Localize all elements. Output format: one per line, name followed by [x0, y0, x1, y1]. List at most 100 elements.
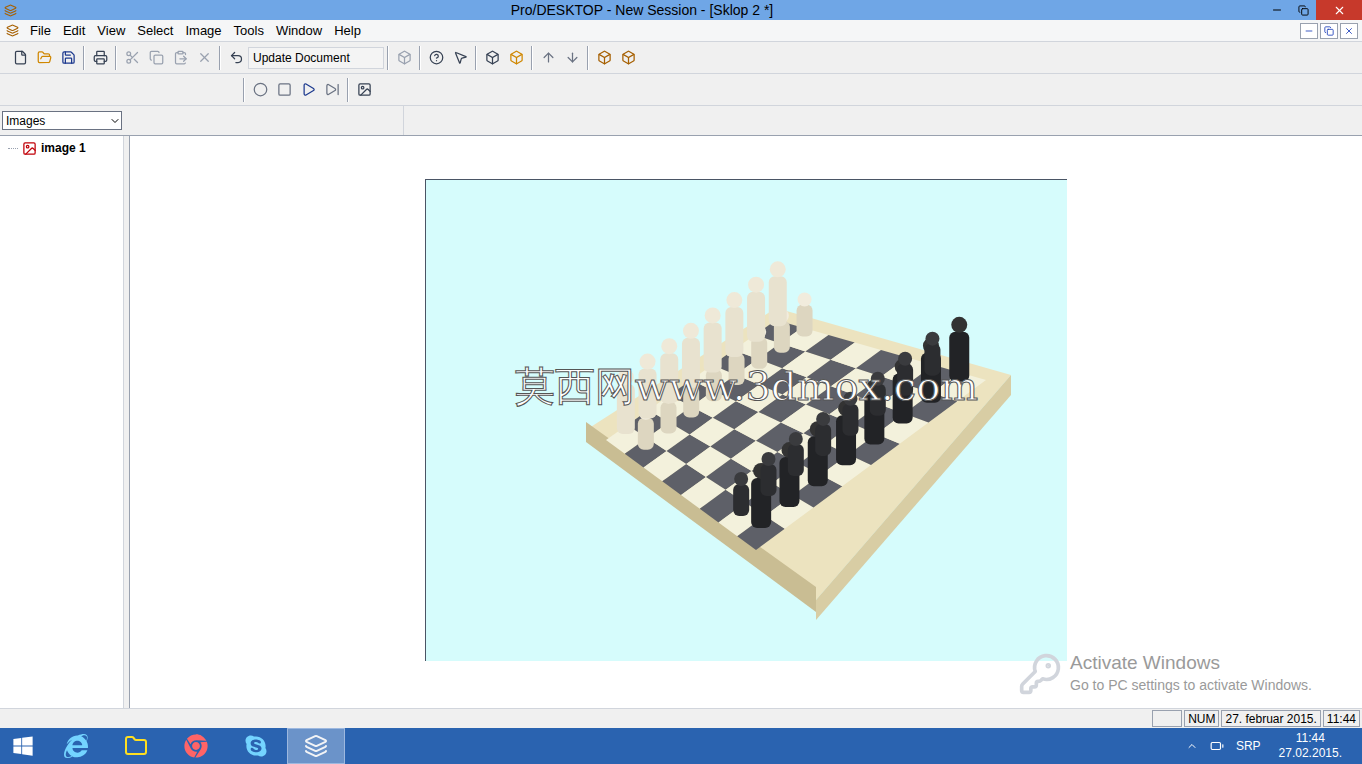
internet-explorer-icon [64, 734, 88, 758]
toolbar-separator [475, 46, 477, 70]
toolbar-separator [243, 78, 245, 102]
close-icon [1333, 4, 1346, 17]
file-explorer-icon [124, 734, 148, 758]
cut[interactable] [120, 46, 144, 70]
save[interactable] [56, 46, 80, 70]
browser-bar: Images [0, 106, 1362, 136]
close-button[interactable] [1316, 0, 1362, 20]
down[interactable] [560, 46, 584, 70]
delete-icon [197, 50, 212, 65]
playback-toolbar [0, 74, 1362, 106]
title-bar: Pro/DESKTOP - New Session - [Sklop 2 *] [0, 0, 1362, 20]
update-icon [397, 50, 412, 65]
chess-render-icon [426, 180, 1067, 661]
toolbar-separator [387, 46, 389, 70]
help[interactable] [424, 46, 448, 70]
save-icon [61, 50, 76, 65]
toolbar: Update Document [0, 42, 1362, 74]
up[interactable] [536, 46, 560, 70]
pro-desktop-icon [304, 734, 328, 758]
taskbar-app[interactable] [167, 728, 225, 764]
render[interactable] [592, 46, 616, 70]
paste-icon [173, 50, 188, 65]
step[interactable] [320, 78, 344, 102]
clock[interactable]: 11:4427.02.2015. [1279, 731, 1362, 761]
browser-select[interactable]: Images [2, 111, 122, 130]
undo[interactable] [224, 46, 248, 70]
paste[interactable] [168, 46, 192, 70]
render-icon [597, 50, 612, 65]
mdi-button[interactable] [1300, 23, 1318, 39]
taskbar-app[interactable] [227, 728, 285, 764]
menu-item[interactable]: File [24, 21, 57, 41]
update-document-field[interactable]: Update Document [248, 47, 384, 69]
step-icon [325, 82, 340, 97]
restore-icon [1298, 5, 1309, 16]
wireframe[interactable] [480, 46, 504, 70]
minimize-button[interactable] [1264, 0, 1290, 20]
help-icon [429, 50, 444, 65]
toolbar-separator [83, 46, 85, 70]
mdi-button[interactable] [1340, 23, 1358, 39]
taskbar-app[interactable] [107, 728, 165, 764]
new[interactable] [8, 46, 32, 70]
chrome-icon [184, 734, 208, 758]
status-cell [1152, 710, 1182, 727]
status-cell: NUM [1184, 710, 1219, 727]
undo-icon [229, 50, 244, 65]
app-window: Pro/DESKTOP - New Session - [Sklop 2 *]F… [0, 0, 1362, 764]
taskbar-app[interactable] [47, 728, 105, 764]
mdi-control-icon [1324, 26, 1334, 36]
play[interactable] [296, 78, 320, 102]
skype-icon [244, 734, 268, 758]
menu-item[interactable]: Select [131, 21, 179, 41]
status-cell: 27. februar 2015. [1221, 710, 1320, 727]
menu-bar: FileEditViewSelectImageToolsWindowHelp [0, 20, 1362, 42]
mdi-button[interactable] [1320, 23, 1338, 39]
image-view: 莫西网www.3dmox.com [129, 136, 1362, 708]
print-icon [93, 50, 108, 65]
minimize-icon [1271, 4, 1283, 16]
app-icon [4, 4, 17, 17]
image-node-icon [22, 141, 37, 156]
tree-panel: image 1 [0, 136, 124, 708]
main-area: image 1 莫西网www.3dmox.com Activate WindowsG… [0, 136, 1362, 708]
status-cell: 11:44 [1323, 710, 1360, 727]
stop-icon [277, 82, 292, 97]
delete[interactable] [192, 46, 216, 70]
copy-icon [149, 50, 164, 65]
menu-item[interactable]: Tools [228, 21, 270, 41]
menu-item[interactable]: Help [328, 21, 367, 41]
status-bar: NUM27. februar 2015.11:44 [0, 708, 1362, 728]
activation-notice: Activate WindowsGo to PC settings to act… [1018, 651, 1312, 696]
record[interactable] [248, 78, 272, 102]
language[interactable]: SRP [1236, 737, 1261, 755]
open[interactable] [32, 46, 56, 70]
update[interactable] [392, 46, 416, 70]
stop[interactable] [272, 78, 296, 102]
toolbar-separator [219, 46, 221, 70]
window-title: Pro/DESKTOP - New Session - [Sklop 2 *] [20, 0, 1264, 21]
render-settings[interactable] [616, 46, 640, 70]
render-settings-icon [621, 50, 636, 65]
windows-icon [12, 735, 34, 757]
watermark: 莫西网www.3dmox.com [426, 356, 1067, 416]
toolbar-separator [347, 78, 349, 102]
menu-item[interactable]: Edit [57, 21, 91, 41]
menu-item[interactable]: Window [270, 21, 328, 41]
print[interactable] [88, 46, 112, 70]
copy[interactable] [144, 46, 168, 70]
shaded-icon [509, 50, 524, 65]
context-help[interactable] [448, 46, 472, 70]
tree-item[interactable]: image 1 [8, 139, 123, 157]
shaded[interactable] [504, 46, 528, 70]
down-icon [565, 50, 580, 65]
start-button[interactable] [0, 728, 46, 764]
taskbar: SRP 11:4427.02.2015. [0, 728, 1362, 764]
document-icon [6, 24, 19, 37]
restore-button[interactable] [1290, 0, 1316, 20]
image[interactable] [352, 78, 376, 102]
menu-item[interactable]: View [91, 21, 131, 41]
taskbar-app[interactable] [287, 728, 345, 764]
menu-item[interactable]: Image [179, 21, 227, 41]
